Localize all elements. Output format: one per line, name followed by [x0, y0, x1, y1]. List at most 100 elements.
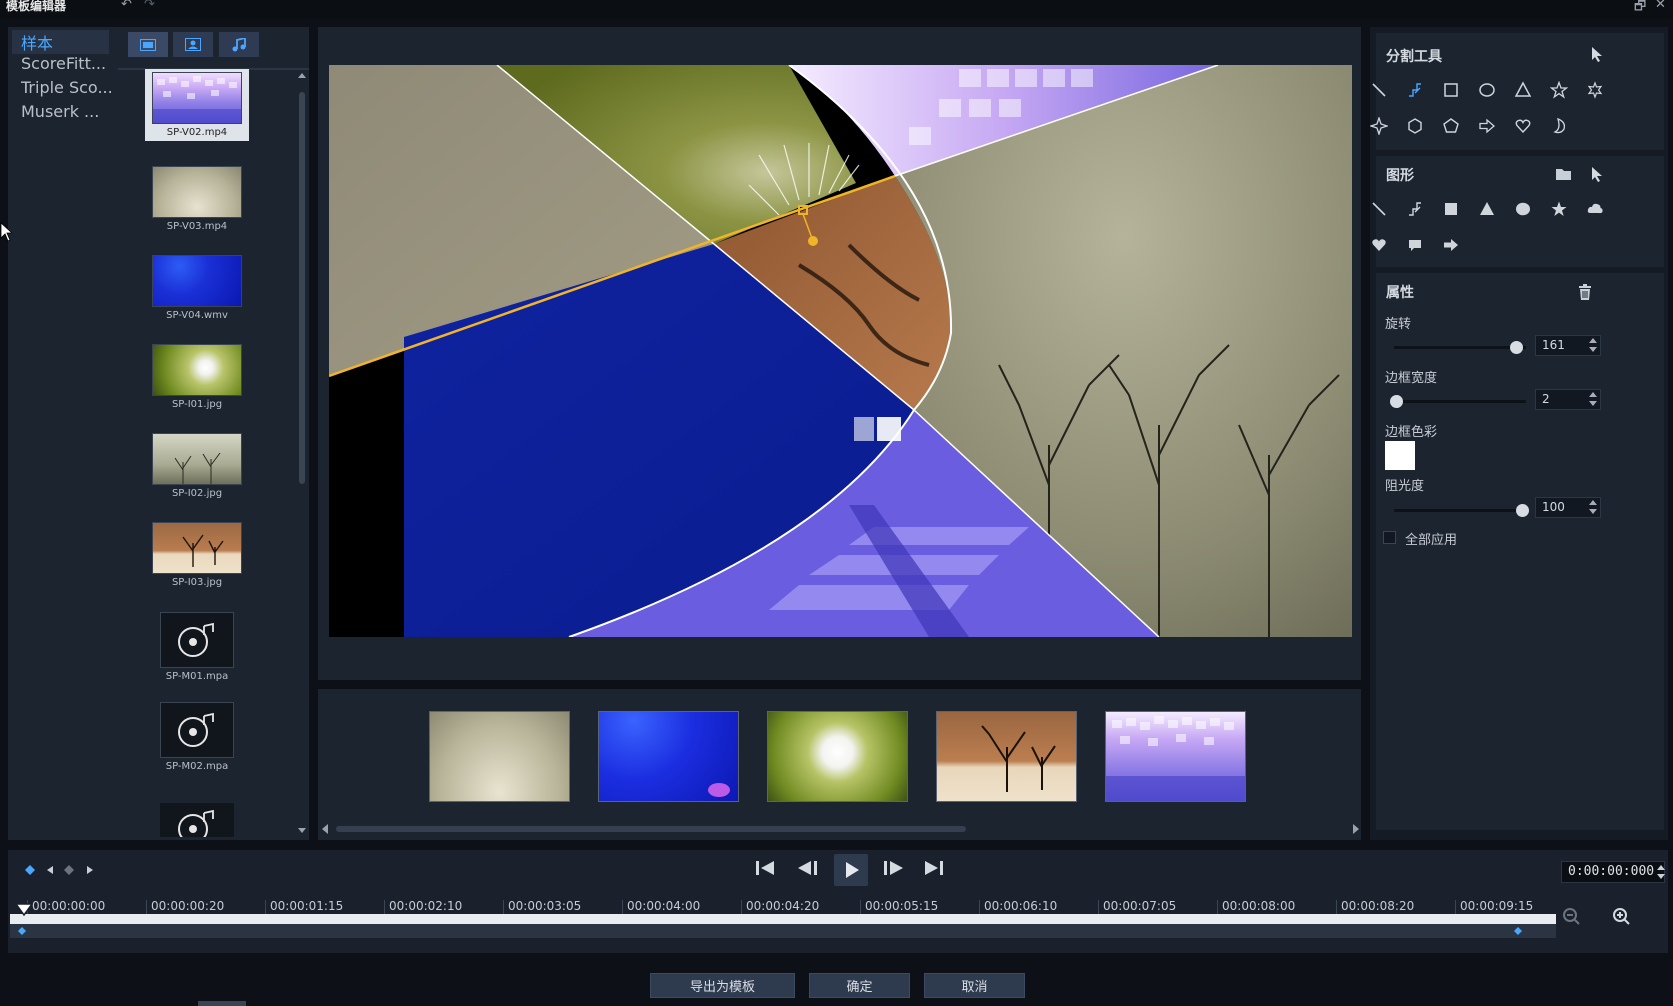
polyline-tool-button[interactable] — [1404, 198, 1426, 220]
hexagon-outline-tool-button[interactable] — [1404, 115, 1426, 137]
library-item[interactable]: SP-V03.mp4 — [145, 166, 249, 232]
triangle-filled-tool-button[interactable] — [1476, 198, 1498, 220]
pentagon-outline-tool-button[interactable] — [1440, 115, 1462, 137]
scroll-down-icon[interactable] — [298, 826, 306, 834]
library-item[interactable]: SP-I02.jpg — [145, 433, 249, 499]
go-to-end-icon[interactable] — [924, 860, 944, 876]
filmstrip-scroll-thumb[interactable] — [336, 826, 966, 832]
sample-item-default[interactable]: 样本 — [21, 30, 113, 54]
filmstrip-scroll-right-icon[interactable] — [1352, 824, 1360, 834]
border-width-slider-track[interactable] — [1394, 400, 1526, 403]
rectangle-outline-tool-button[interactable] — [1440, 79, 1462, 101]
ok-button[interactable]: 确定 — [809, 973, 910, 998]
sample-item-scorefitt[interactable]: ScoreFitt... — [21, 54, 113, 73]
square-filled-tool-button[interactable] — [1440, 198, 1462, 220]
moon-outline-tool-button[interactable] — [1548, 115, 1570, 137]
library-item[interactable]: SP-I03.jpg — [145, 522, 249, 588]
circle-filled-tool-button[interactable] — [1512, 198, 1534, 220]
library-item[interactable]: SP-V02.mp4 — [145, 69, 249, 141]
star6-outline-tool-button[interactable] — [1584, 79, 1606, 101]
prev-frame-icon[interactable] — [797, 860, 819, 876]
line-tool-button[interactable] — [1368, 79, 1390, 101]
keyframe-remove-icon[interactable] — [64, 865, 76, 875]
next-keyframe-icon[interactable] — [87, 866, 93, 874]
heart-filled-tool-button[interactable] — [1368, 234, 1390, 256]
library-item[interactable]: SP-M02.mpa — [145, 702, 249, 772]
video-tab[interactable] — [128, 32, 168, 57]
timeline-ruler[interactable] — [10, 914, 1556, 924]
filmstrip-clip[interactable] — [767, 711, 908, 802]
keyframe-marker-icon[interactable] — [18, 927, 26, 935]
star4-outline-tool-button[interactable] — [1368, 115, 1390, 137]
library-item[interactable]: SP-V04.wmv — [145, 255, 249, 321]
heart-outline-icon — [1515, 119, 1531, 134]
filmstrip-clip[interactable] — [598, 711, 739, 802]
arrow-outline-tool-button[interactable] — [1476, 115, 1498, 137]
border-width-slider-knob[interactable] — [1390, 395, 1403, 408]
border-width-spinner[interactable] — [1586, 389, 1600, 410]
go-to-start-icon[interactable] — [756, 860, 776, 876]
rotation-slider-knob[interactable] — [1509, 341, 1523, 354]
next-frame-icon[interactable] — [883, 860, 905, 876]
zoom-in-icon[interactable] — [1612, 907, 1632, 927]
library-item-label: SP-V04.wmv — [166, 310, 228, 321]
keyframe-add-icon[interactable] — [25, 865, 35, 875]
sample-item-triple-score[interactable]: Triple Sco... — [21, 78, 113, 97]
sample-item-muserk[interactable]: Muserk ... — [21, 102, 113, 121]
prev-keyframe-icon[interactable] — [47, 866, 53, 874]
ellipse-outline-tool-button[interactable] — [1476, 79, 1498, 101]
trash-icon[interactable] — [1577, 284, 1593, 301]
pentagon-outline-icon — [1443, 118, 1459, 133]
music-tab[interactable] — [219, 32, 259, 57]
undo-icon[interactable]: ↶ — [121, 0, 132, 12]
opacity-slider-track[interactable] — [1394, 509, 1526, 512]
opacity-spinner[interactable] — [1586, 497, 1600, 518]
heart-outline-tool-button[interactable] — [1512, 115, 1534, 137]
filmstrip-clip[interactable] — [1105, 711, 1246, 802]
timeline-tick-mark — [146, 900, 147, 914]
play-button[interactable] — [834, 854, 868, 886]
triangle-outline-tool-button[interactable] — [1512, 79, 1534, 101]
timeline-keyframe-track[interactable] — [10, 924, 1556, 938]
library-item[interactable]: SP-I01.jpg — [145, 344, 249, 410]
library-item[interactable]: SP-M01.mpa — [145, 612, 249, 682]
export-template-button[interactable]: 导出为模板 — [650, 973, 795, 998]
image-tab[interactable] — [173, 32, 213, 57]
border-color-swatch[interactable] — [1385, 441, 1415, 470]
zoom-out-icon[interactable] — [1562, 907, 1582, 927]
filmstrip-clip[interactable] — [429, 711, 570, 802]
rotation-slider-track[interactable] — [1394, 346, 1526, 349]
polyline-tool-button[interactable] — [1404, 79, 1426, 101]
restore-icon[interactable]: 🗗 — [1634, 0, 1646, 19]
redo-icon[interactable]: ↷ — [144, 0, 155, 12]
pointer-tool-icon[interactable] — [1590, 166, 1604, 182]
star-outline-tool-button[interactable] — [1548, 79, 1570, 101]
timecode-spinner-icon[interactable] — [1657, 864, 1665, 880]
split-preview-image[interactable] — [329, 65, 1352, 637]
cancel-button[interactable]: 取消 — [924, 973, 1025, 998]
timeline-tick-label: 00:00:04:00 — [627, 899, 701, 913]
speech-bubble-tool-button[interactable] — [1404, 234, 1426, 256]
timeline-tick-mark — [622, 900, 623, 914]
playhead-icon[interactable] — [15, 903, 33, 917]
scroll-up-icon[interactable] — [298, 72, 306, 80]
opacity-slider-knob[interactable] — [1516, 504, 1529, 517]
video-thumbnail — [152, 72, 242, 124]
library-scroll-thumb[interactable] — [299, 92, 305, 484]
line-tool-button[interactable] — [1368, 198, 1390, 220]
apply-all-checkbox[interactable] — [1383, 531, 1396, 544]
timecode-display[interactable]: 0:00:00:000 — [1561, 861, 1665, 883]
preview-canvas[interactable] — [329, 65, 1352, 637]
timeline-tick-label: 00:00:08:20 — [1341, 899, 1415, 913]
audio-thumbnail[interactable] — [160, 803, 234, 837]
keyframe-marker-icon[interactable] — [1514, 927, 1522, 935]
close-icon[interactable]: ✕ — [1655, 0, 1666, 12]
star-filled-tool-button[interactable] — [1548, 198, 1570, 220]
pointer-tool-icon[interactable] — [1590, 46, 1604, 62]
open-folder-icon[interactable] — [1555, 166, 1573, 182]
arrow-filled-tool-button[interactable] — [1440, 234, 1462, 256]
cloud-filled-tool-button[interactable] — [1584, 198, 1606, 220]
rotation-spinner[interactable] — [1586, 335, 1600, 356]
filmstrip-clip[interactable] — [936, 711, 1077, 802]
filmstrip-scroll-left-icon[interactable] — [321, 824, 329, 834]
